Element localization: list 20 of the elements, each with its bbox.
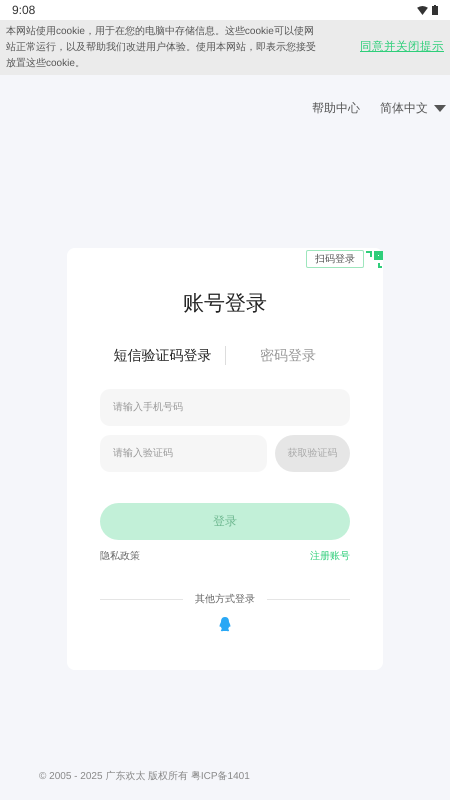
login-tab[interactable]: 密码登录 bbox=[226, 345, 350, 366]
copyright-footer: © 2005 - 2025 广东欢太 版权所有 粤ICP备1401 bbox=[39, 769, 250, 784]
register-link[interactable]: 注册账号 bbox=[310, 548, 350, 564]
cookie-notice: 本网站使用cookie，用于在您的电脑中存储信息。这些cookie可以使网站正常运行，以及帮助我们改进用户体验。使用本网站，即表示您接受放置这些cookie。 bbox=[6, 24, 316, 70]
accept-cookies-link[interactable]: 同意并关闭提示 bbox=[360, 38, 444, 56]
login-tab[interactable]: 短信验证码登录 bbox=[100, 345, 224, 366]
help-center-link[interactable]: 帮助中心 bbox=[312, 99, 360, 117]
penguin-icon[interactable] bbox=[218, 616, 232, 632]
wifi-icon bbox=[417, 6, 428, 14]
qr-login-tip: 扫码登录 bbox=[306, 250, 364, 268]
other-login-label: 其他方式登录 bbox=[195, 592, 255, 606]
language-select[interactable]: 简体中文 bbox=[380, 99, 446, 117]
status-time: 9:08 bbox=[12, 2, 36, 19]
login-title: 账号登录 bbox=[183, 291, 267, 317]
caret-icon bbox=[434, 104, 446, 112]
code-field[interactable]: 请输入验证码 bbox=[100, 434, 267, 472]
battery-icon bbox=[432, 5, 438, 15]
phone-field[interactable]: 请输入手机号码 bbox=[100, 388, 350, 426]
privacy-policy-link[interactable]: 隐私政策 bbox=[100, 548, 140, 564]
get-code-button[interactable]: 获取验证码 bbox=[275, 434, 350, 472]
